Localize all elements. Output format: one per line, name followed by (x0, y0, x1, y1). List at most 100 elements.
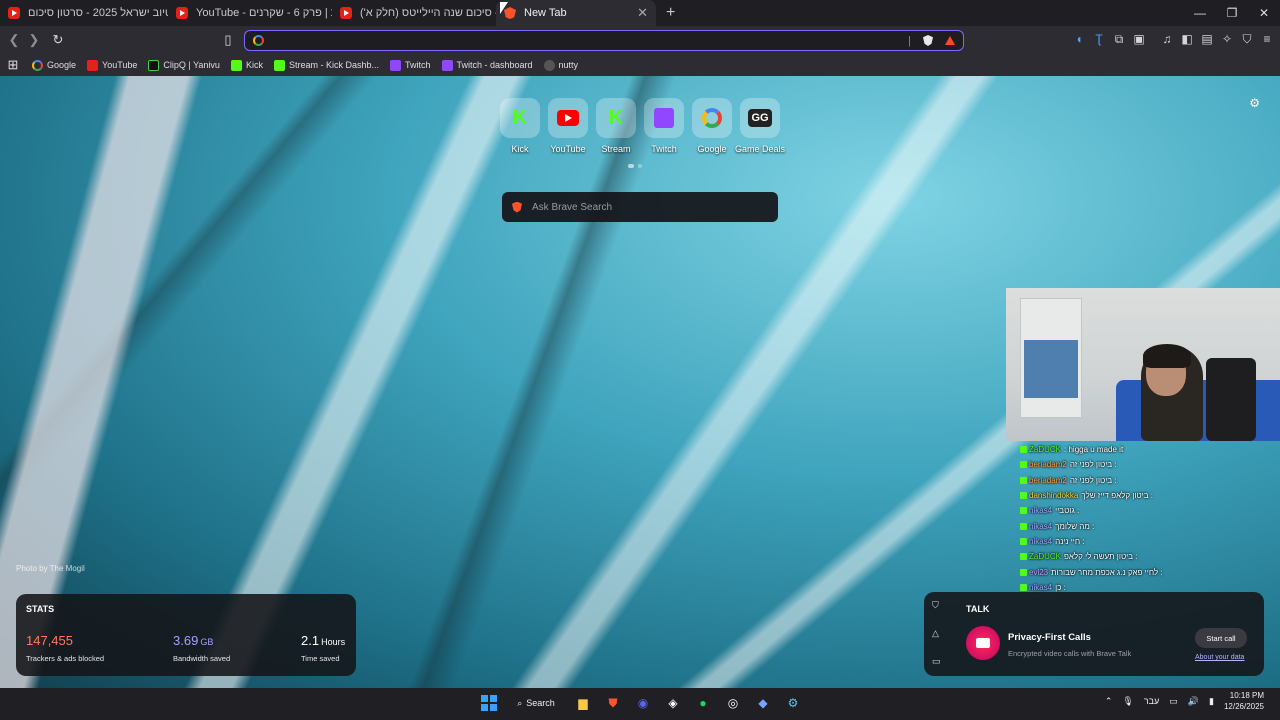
close-window-icon[interactable]: ✕ (1248, 0, 1280, 26)
brave-shields-icon[interactable] (923, 35, 933, 46)
address-bar[interactable]: | (244, 30, 964, 51)
leo-icon[interactable]: ✧ (1220, 30, 1234, 48)
app-icon[interactable]: ◈ (662, 692, 684, 714)
youtube-icon (340, 7, 352, 19)
google-icon (32, 59, 43, 71)
steam-icon[interactable]: ⚙ (782, 692, 804, 714)
bookmark-clipq[interactable]: ClipQ | Yanivu (148, 59, 220, 71)
new-tab-button[interactable]: + (656, 4, 685, 22)
trackers-stat: 147,455 Trackers & ads blocked (26, 633, 105, 663)
gear-icon[interactable]: ⚙ (1249, 96, 1260, 110)
kick-badge-icon (1020, 568, 1027, 576)
stats-widget: STATS 147,455 Trackers & ads blocked 3.6… (16, 594, 356, 676)
vpn-icon[interactable]: ⛉ (1240, 30, 1254, 48)
search-input[interactable] (532, 201, 768, 213)
minimize-icon[interactable]: — (1184, 0, 1216, 26)
google-icon (702, 108, 722, 128)
apps-grid-icon[interactable]: ⊞ (0, 57, 26, 73)
start-button[interactable] (478, 692, 500, 714)
talk-widget-icon[interactable]: ▭ (932, 656, 941, 667)
kick-icon (230, 59, 242, 71)
translate-icon[interactable]: Ʈ (1092, 30, 1106, 48)
address-input[interactable] (270, 33, 909, 48)
browser-toolbar: ❮ ❯ ↻ ▯ | ◖ Ʈ ⧉ ▣ ♫ ◧ ▤ ✧ ⛉ ≡ (0, 26, 1280, 54)
bookmark-twitch[interactable]: Twitch (389, 59, 431, 71)
time-saved-stat: 2.1 Hours Time saved (301, 633, 346, 663)
clock[interactable]: 10:18 PM 12/26/2025 (1224, 690, 1264, 712)
back-icon[interactable]: ❮ (4, 30, 24, 50)
network-icon[interactable]: ▭ (1169, 696, 1178, 707)
youtube-icon (557, 110, 579, 126)
tab-youtube-episode[interactable]: YouTube - יקומות | פרק 6 - שקרנים (168, 0, 332, 26)
tab-new-tab[interactable]: New Tab ✕ (496, 0, 656, 26)
bookmark-kick-dashboard[interactable]: Stream - Kick Dashb... (273, 59, 379, 71)
volume-icon[interactable]: 🔊 (1188, 696, 1199, 707)
forward-icon[interactable]: ❯ (24, 30, 44, 50)
brave-search-box[interactable] (502, 192, 778, 222)
discord-icon[interactable]: ◉ (632, 692, 654, 714)
bookmark-nutty[interactable]: nutty (543, 59, 578, 71)
tabs-icon[interactable]: ▤ (1200, 30, 1214, 48)
tab-youtube-highlights[interactable]: סיכום שנה היילייטס (חלק א') - uTube (332, 0, 496, 26)
microphone-icon[interactable]: 🎙 (1122, 696, 1133, 707)
youtube-icon (87, 59, 99, 71)
app-icon-2[interactable]: ◆ (752, 692, 774, 714)
spotify-icon[interactable]: ● (692, 692, 714, 714)
brave-taskbar-icon[interactable]: ⛊ (602, 692, 624, 714)
reload-icon[interactable]: ↻ (48, 30, 68, 50)
bookmark-twitch-dashboard[interactable]: Twitch - dashboard (441, 59, 533, 71)
kick-badge-icon (1020, 522, 1027, 530)
vpn-widget-icon[interactable]: ⛉ (932, 600, 941, 611)
obs-icon[interactable]: ◎ (722, 692, 744, 714)
top-site-twitch[interactable]: Twitch (644, 98, 684, 154)
top-site-youtube[interactable]: YouTube (548, 98, 588, 154)
youtube-icon (8, 7, 20, 19)
close-icon[interactable]: ✕ (629, 5, 648, 21)
tab-label: סיכום שנה היילייטס (חלק א') - uTube (360, 7, 496, 19)
menu-icon[interactable]: ≡ (1260, 30, 1274, 48)
battery-icon[interactable]: ▮ (1209, 696, 1214, 707)
tab-label: יוטיוב ישראל 2025 - סרטון סיכום - be (28, 7, 168, 19)
nutty-icon (543, 59, 555, 71)
wallet-icon[interactable]: ▣ (1132, 30, 1146, 48)
bookmark-icon[interactable]: ▯ (218, 30, 238, 50)
bookmark-kick[interactable]: Kick (230, 59, 263, 71)
top-site-google[interactable]: Google (692, 98, 732, 154)
chevron-up-icon[interactable]: ⌃ (1105, 696, 1113, 707)
top-site-game-deals[interactable]: GG Game Deals (735, 98, 785, 154)
start-call-button[interactable]: Start call (1195, 628, 1247, 648)
top-site-stream[interactable]: K Stream (596, 98, 636, 154)
sidebar-icon[interactable]: ◧ (1180, 30, 1194, 48)
file-explorer-icon[interactable]: ▆ (572, 692, 594, 714)
brave-search-icon (512, 201, 522, 213)
music-icon[interactable]: ♫ (1160, 30, 1174, 48)
bookmark-youtube[interactable]: YouTube (87, 59, 137, 71)
top-sites-pager[interactable] (628, 164, 642, 168)
kick-badge-icon (1020, 583, 1027, 591)
language-indicator[interactable]: עבר (1144, 696, 1159, 706)
photo-credit[interactable]: Photo by The Mogil (16, 564, 85, 573)
webcam-overlay (1006, 288, 1280, 441)
chat-message: ZaDUCK: higga u made it (1020, 442, 1270, 457)
kick-badge-icon (1020, 446, 1027, 454)
about-data-link[interactable]: About your data (1195, 654, 1244, 661)
gg-icon: GG (748, 109, 772, 127)
voice-icon[interactable]: ◖ (1072, 30, 1086, 48)
maximize-icon[interactable]: ❐ (1216, 0, 1248, 26)
kick-badge-icon (1020, 461, 1027, 469)
puzzle-icon[interactable]: ⧉ (1112, 30, 1126, 48)
bookmarks-bar: ⊞ Google YouTube ClipQ | Yanivu Kick Str… (0, 54, 1280, 76)
rewards-widget-icon[interactable]: △ (932, 628, 941, 639)
talk-subtitle: Encrypted video calls with Brave Talk (1008, 649, 1132, 658)
brave-talk-widget: ⛉ △ ▭ TALK Privacy-First Calls Encrypted… (924, 592, 1264, 676)
bookmark-google[interactable]: Google (32, 59, 76, 71)
top-site-kick[interactable]: K Kick (500, 98, 540, 154)
chat-message: beriadam2: ביטון לפני זה (1020, 473, 1270, 488)
tab-label: New Tab (524, 7, 567, 19)
brave-rewards-icon[interactable] (945, 36, 955, 45)
taskbar-search[interactable]: ⌕ Search (508, 692, 564, 714)
kick-badge-icon (1020, 492, 1027, 500)
kick-badge-icon (1020, 537, 1027, 545)
youtube-icon (176, 7, 188, 19)
tab-youtube-israel[interactable]: יוטיוב ישראל 2025 - סרטון סיכום - be (0, 0, 168, 26)
